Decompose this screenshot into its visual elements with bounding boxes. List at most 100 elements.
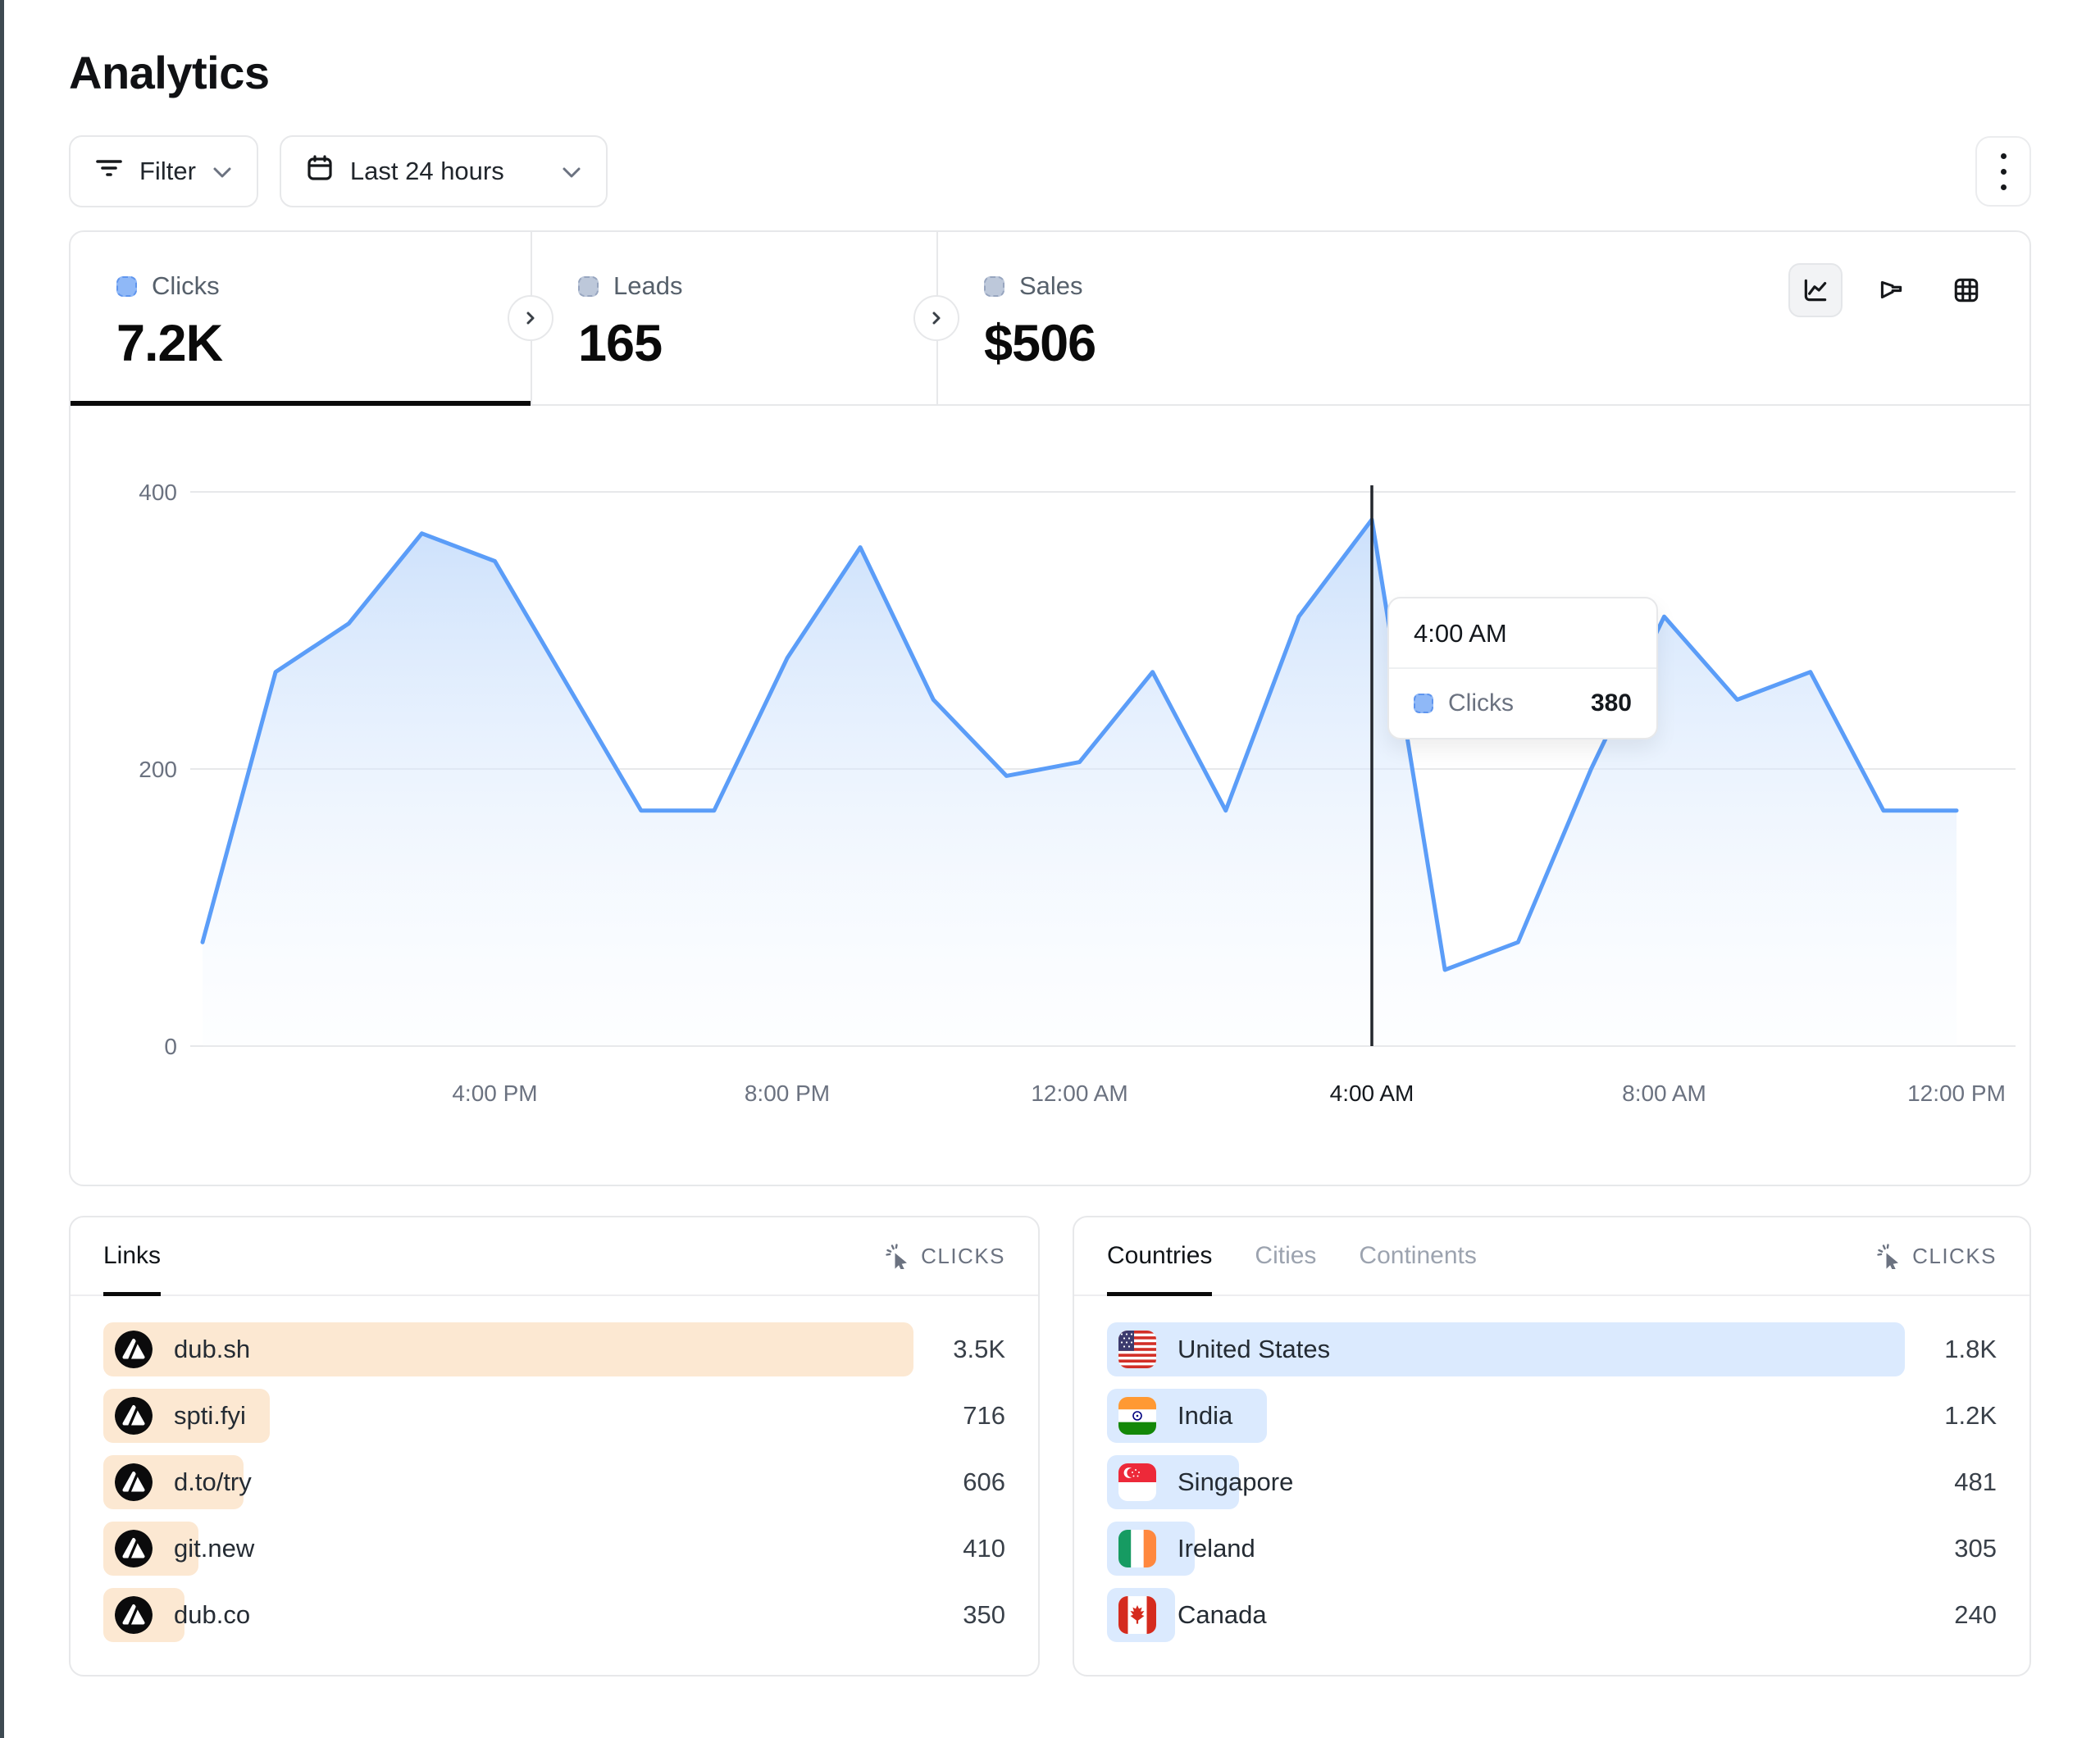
cursor-click-icon [885, 1243, 911, 1269]
filter-lines-icon [95, 154, 123, 189]
date-range-button[interactable]: Last 24 hours [280, 135, 608, 207]
analytics-card: Clicks 7.2K Leads 165 Sales $506 [69, 230, 2031, 1186]
svg-text:8:00 AM: 8:00 AM [1622, 1081, 1706, 1106]
countries-tab-label: Countries [1107, 1242, 1212, 1270]
expand-clicks-button[interactable] [508, 295, 553, 341]
table-grid-icon [1952, 275, 1981, 305]
item-value: 481 [1905, 1467, 1997, 1497]
chevron-right-icon [524, 311, 537, 325]
singapore-flag-icon [1118, 1463, 1156, 1501]
svg-text:4:00 AM: 4:00 AM [1330, 1081, 1414, 1106]
clicks-area-chart[interactable]: 02004004:00 PM8:00 PM12:00 AM4:00 AM8:00… [71, 406, 2029, 1185]
leads-tab-label: Leads [613, 271, 682, 301]
links-panel: Links CLICKS dub.sh 3.5K [69, 1216, 1040, 1677]
page-title: Analytics [69, 46, 2031, 99]
tab-countries[interactable]: Countries [1107, 1217, 1212, 1294]
sort-label: CLICKS [1912, 1244, 1997, 1269]
list-item-d-to-try[interactable]: d.to/try 606 [103, 1455, 1005, 1509]
sort-label: CLICKS [921, 1244, 1005, 1269]
more-options-button[interactable] [1975, 136, 2031, 207]
list-item-united-states[interactable]: United States 1.8K [1107, 1322, 1997, 1376]
line-chart-view-button[interactable] [1788, 263, 1843, 317]
links-sort-by-clicks[interactable]: CLICKS [885, 1243, 1005, 1269]
chart-tooltip: 4:00 AM Clicks 380 [1387, 597, 1658, 739]
tooltip-legend-square [1414, 694, 1433, 713]
canada-flag-icon [1118, 1596, 1156, 1634]
chevron-down-icon [212, 157, 232, 186]
leads-tab-value: 165 [578, 314, 936, 373]
svg-text:400: 400 [139, 480, 177, 505]
date-range-label: Last 24 hours [350, 157, 504, 186]
filter-button[interactable]: Filter [69, 135, 258, 207]
item-label: git.new [174, 1534, 254, 1563]
tab-continents[interactable]: Continents [1359, 1217, 1476, 1294]
item-label: Singapore [1178, 1467, 1293, 1497]
list-item-singapore[interactable]: Singapore 481 [1107, 1455, 1997, 1509]
tab-clicks[interactable]: Clicks 7.2K [71, 232, 531, 404]
list-item-dub-sh[interactable]: dub.sh 3.5K [103, 1322, 1005, 1376]
dub-logo-icon [115, 1331, 153, 1368]
item-value: 1.8K [1905, 1335, 1997, 1364]
india-flag-icon [1118, 1397, 1156, 1435]
item-value: 350 [913, 1600, 1005, 1630]
tab-leads[interactable]: Leads 165 [531, 232, 936, 404]
clicks-tab-value: 7.2K [116, 314, 531, 373]
ireland-flag-icon [1118, 1530, 1156, 1567]
sales-legend-square [984, 276, 1004, 297]
item-value: 716 [913, 1401, 1005, 1431]
list-item-india[interactable]: India 1.2K [1107, 1389, 1997, 1443]
tooltip-value: 380 [1591, 689, 1632, 717]
india-flag-icon [1118, 1397, 1156, 1435]
dub-logo-icon [115, 1463, 153, 1501]
table-view-button[interactable] [1939, 263, 1993, 317]
calendar-icon [306, 154, 334, 189]
tab-sales[interactable]: Sales $506 [936, 232, 2029, 404]
tab-cities[interactable]: Cities [1255, 1217, 1316, 1294]
item-label: United States [1178, 1335, 1330, 1364]
item-value: 3.5K [913, 1335, 1005, 1364]
item-label: spti.fyi [174, 1401, 246, 1431]
dub-logo-icon [115, 1530, 153, 1567]
item-value: 606 [913, 1467, 1005, 1497]
kebab-menu-icon [2001, 153, 2007, 159]
tooltip-time: 4:00 AM [1389, 598, 1656, 669]
ireland-flag-icon [1118, 1530, 1156, 1567]
links-tab-label: Links [103, 1242, 161, 1270]
analytics-page: Analytics Filter Last 24 hours [0, 0, 2100, 1677]
list-item-spti-fyi[interactable]: spti.fyi 716 [103, 1389, 1005, 1443]
item-label: d.to/try [174, 1467, 252, 1497]
dub-logo-icon [115, 1596, 153, 1634]
list-item-canada[interactable]: Canada 240 [1107, 1588, 1997, 1642]
leads-legend-square [578, 276, 599, 297]
continents-tab-label: Continents [1359, 1242, 1476, 1270]
list-item-dub-co[interactable]: dub.co 350 [103, 1588, 1005, 1642]
funnel-view-button[interactable] [1864, 263, 1918, 317]
svg-text:12:00 PM: 12:00 PM [1907, 1081, 2006, 1106]
svg-text:12:00 AM: 12:00 AM [1031, 1081, 1127, 1106]
item-label: Ireland [1178, 1534, 1255, 1563]
canada-flag-icon [1118, 1596, 1156, 1634]
dub-logo-icon [115, 1530, 153, 1567]
sales-tab-value: $506 [984, 314, 2029, 373]
svg-text:8:00 PM: 8:00 PM [745, 1081, 830, 1106]
clicks-tab-label: Clicks [152, 271, 220, 301]
dub-logo-icon [115, 1397, 153, 1435]
cities-tab-label: Cities [1255, 1242, 1316, 1270]
dub-logo-icon [115, 1331, 153, 1368]
list-item-ireland[interactable]: Ireland 305 [1107, 1522, 1997, 1576]
svg-text:200: 200 [139, 757, 177, 782]
countries-sort-by-clicks[interactable]: CLICKS [1876, 1243, 1997, 1269]
item-label: India [1178, 1401, 1232, 1431]
dub-logo-icon [115, 1463, 153, 1501]
breakdown-panels: Links CLICKS dub.sh 3.5K [69, 1216, 2031, 1677]
countries-panel: Countries Cities Continents CLICKS [1073, 1216, 2031, 1677]
list-item-git-new[interactable]: git.new 410 [103, 1522, 1005, 1576]
expand-leads-button[interactable] [913, 295, 959, 341]
filter-button-label: Filter [139, 157, 196, 186]
tooltip-series-label: Clicks [1448, 689, 1514, 717]
item-value: 1.2K [1905, 1401, 1997, 1431]
dub-logo-icon [115, 1397, 153, 1435]
tab-links[interactable]: Links [103, 1217, 161, 1294]
funnel-icon [1876, 275, 1906, 305]
chart-canvas: 02004004:00 PM8:00 PM12:00 AM4:00 AM8:00… [71, 406, 2029, 1185]
